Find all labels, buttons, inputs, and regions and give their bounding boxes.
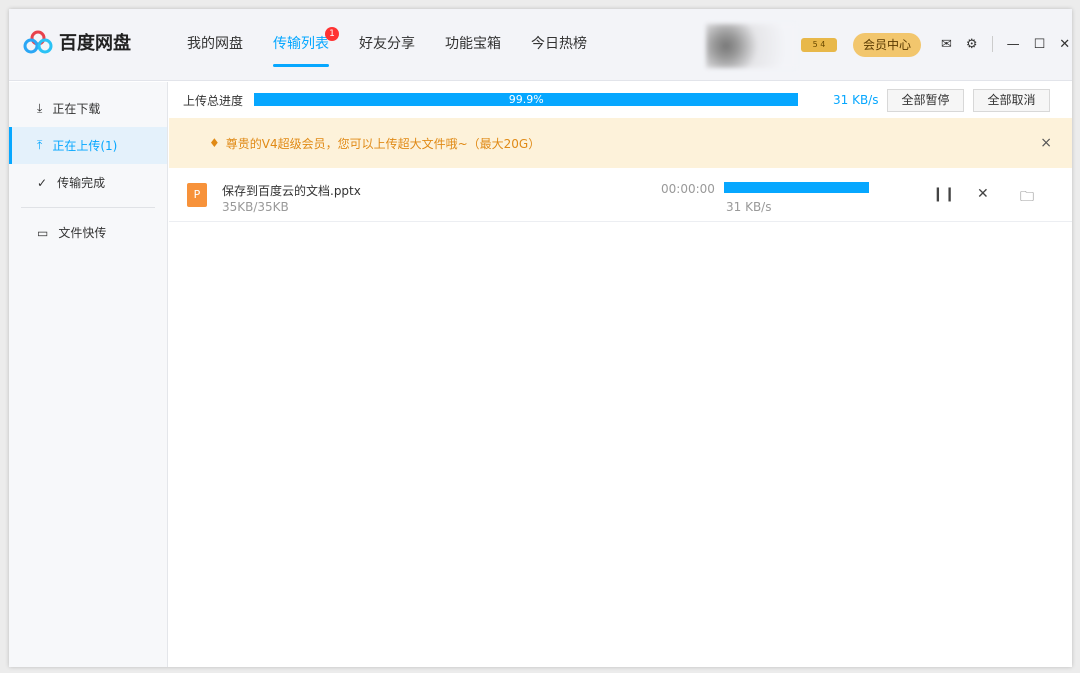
avatar[interactable]	[706, 24, 796, 68]
sidebar-item-completed[interactable]: ✓ 传输完成	[9, 164, 167, 201]
tab-transfer-list[interactable]: 传输列表1	[273, 9, 329, 81]
pause-icon[interactable]: ❙❙	[932, 186, 955, 202]
tab-friend-share[interactable]: 好友分享	[359, 9, 415, 81]
sidebar-item-label: 文件快传	[58, 224, 106, 241]
main-nav: 我的网盘 传输列表1 好友分享 功能宝箱 今日热榜	[187, 9, 617, 81]
app-window: 百度网盘 我的网盘 传输列表1 好友分享 功能宝箱 今日热榜 5 4 会员中心 …	[9, 9, 1072, 667]
vip-notice: ♦ 尊贵的V4超级会员，您可以上传超大文件哦~（最大20G） ×	[169, 118, 1072, 168]
sidebar-item-label: 正在下载	[52, 100, 100, 117]
monitor-icon: ▭	[37, 226, 48, 240]
table-row: P 保存到百度云的文档.pptx 35KB/35KB 00:00:00 31 K…	[169, 168, 1072, 222]
cancel-icon[interactable]: ✕	[977, 186, 989, 202]
total-progress-label: 上传总进度	[183, 92, 243, 109]
download-icon: ⤓	[37, 101, 42, 116]
sidebar-item-label: 传输完成	[57, 174, 105, 191]
sidebar-item-downloading[interactable]: ⤓ 正在下载	[9, 90, 167, 127]
vip-level-badge: 5 4	[801, 38, 837, 52]
gear-icon[interactable]: ⚙	[966, 37, 978, 52]
logo: 百度网盘	[23, 29, 131, 55]
notification-badge: 1	[325, 27, 339, 41]
tab-hot-list[interactable]: 今日热榜	[531, 9, 587, 81]
tab-toolbox[interactable]: 功能宝箱	[445, 9, 501, 81]
tab-label: 传输列表	[273, 36, 329, 52]
app-title: 百度网盘	[59, 29, 131, 55]
close-notice-icon[interactable]: ×	[1040, 135, 1052, 151]
divider	[992, 36, 993, 52]
file-speed: 31 KB/s	[726, 200, 771, 214]
sidebar-item-quick-transfer[interactable]: ▭ 文件快传	[9, 214, 167, 251]
file-name: 保存到百度云的文档.pptx	[222, 182, 361, 199]
vip-center-button[interactable]: 会员中心	[853, 33, 921, 57]
main-content: 上传总进度 99.9% 31 KB/s 全部暂停 全部取消 ♦ 尊贵的V4超级会…	[169, 82, 1072, 667]
upload-icon: ⤒	[37, 138, 42, 153]
notice-text: 尊贵的V4超级会员，您可以上传超大文件哦~（最大20G）	[226, 135, 540, 152]
file-progress-bar	[724, 182, 869, 193]
tab-my-disk[interactable]: 我的网盘	[187, 9, 243, 81]
total-progress: 上传总进度 99.9% 31 KB/s 全部暂停 全部取消	[169, 82, 1072, 118]
remaining-time: 00:00:00	[661, 182, 715, 196]
header: 百度网盘 我的网盘 传输列表1 好友分享 功能宝箱 今日热榜 5 4 会员中心 …	[9, 9, 1072, 81]
pptx-file-icon: P	[187, 183, 207, 207]
cloud-logo-icon	[23, 29, 53, 55]
sidebar-item-label: 正在上传(1)	[52, 137, 117, 154]
minimize-icon[interactable]: —	[1007, 37, 1020, 52]
sidebar: ⤓ 正在下载 ⤒ 正在上传(1) ✓ 传输完成 ▭ 文件快传	[9, 82, 168, 667]
check-circle-icon: ✓	[37, 176, 47, 190]
file-size: 35KB/35KB	[222, 200, 289, 214]
sidebar-item-uploading[interactable]: ⤒ 正在上传(1)	[9, 127, 167, 164]
close-icon[interactable]: ✕	[1059, 37, 1070, 52]
vip-shield-icon: ♦	[209, 136, 220, 150]
mail-icon[interactable]: ✉	[941, 37, 952, 52]
maximize-icon[interactable]: ☐	[1034, 37, 1046, 52]
total-progress-bar: 99.9%	[254, 93, 798, 106]
divider	[21, 207, 155, 208]
cancel-all-button[interactable]: 全部取消	[973, 89, 1050, 112]
pause-all-button[interactable]: 全部暂停	[887, 89, 964, 112]
total-speed: 31 KB/s	[833, 93, 878, 107]
folder-icon[interactable]: 🗀	[1020, 186, 1034, 210]
